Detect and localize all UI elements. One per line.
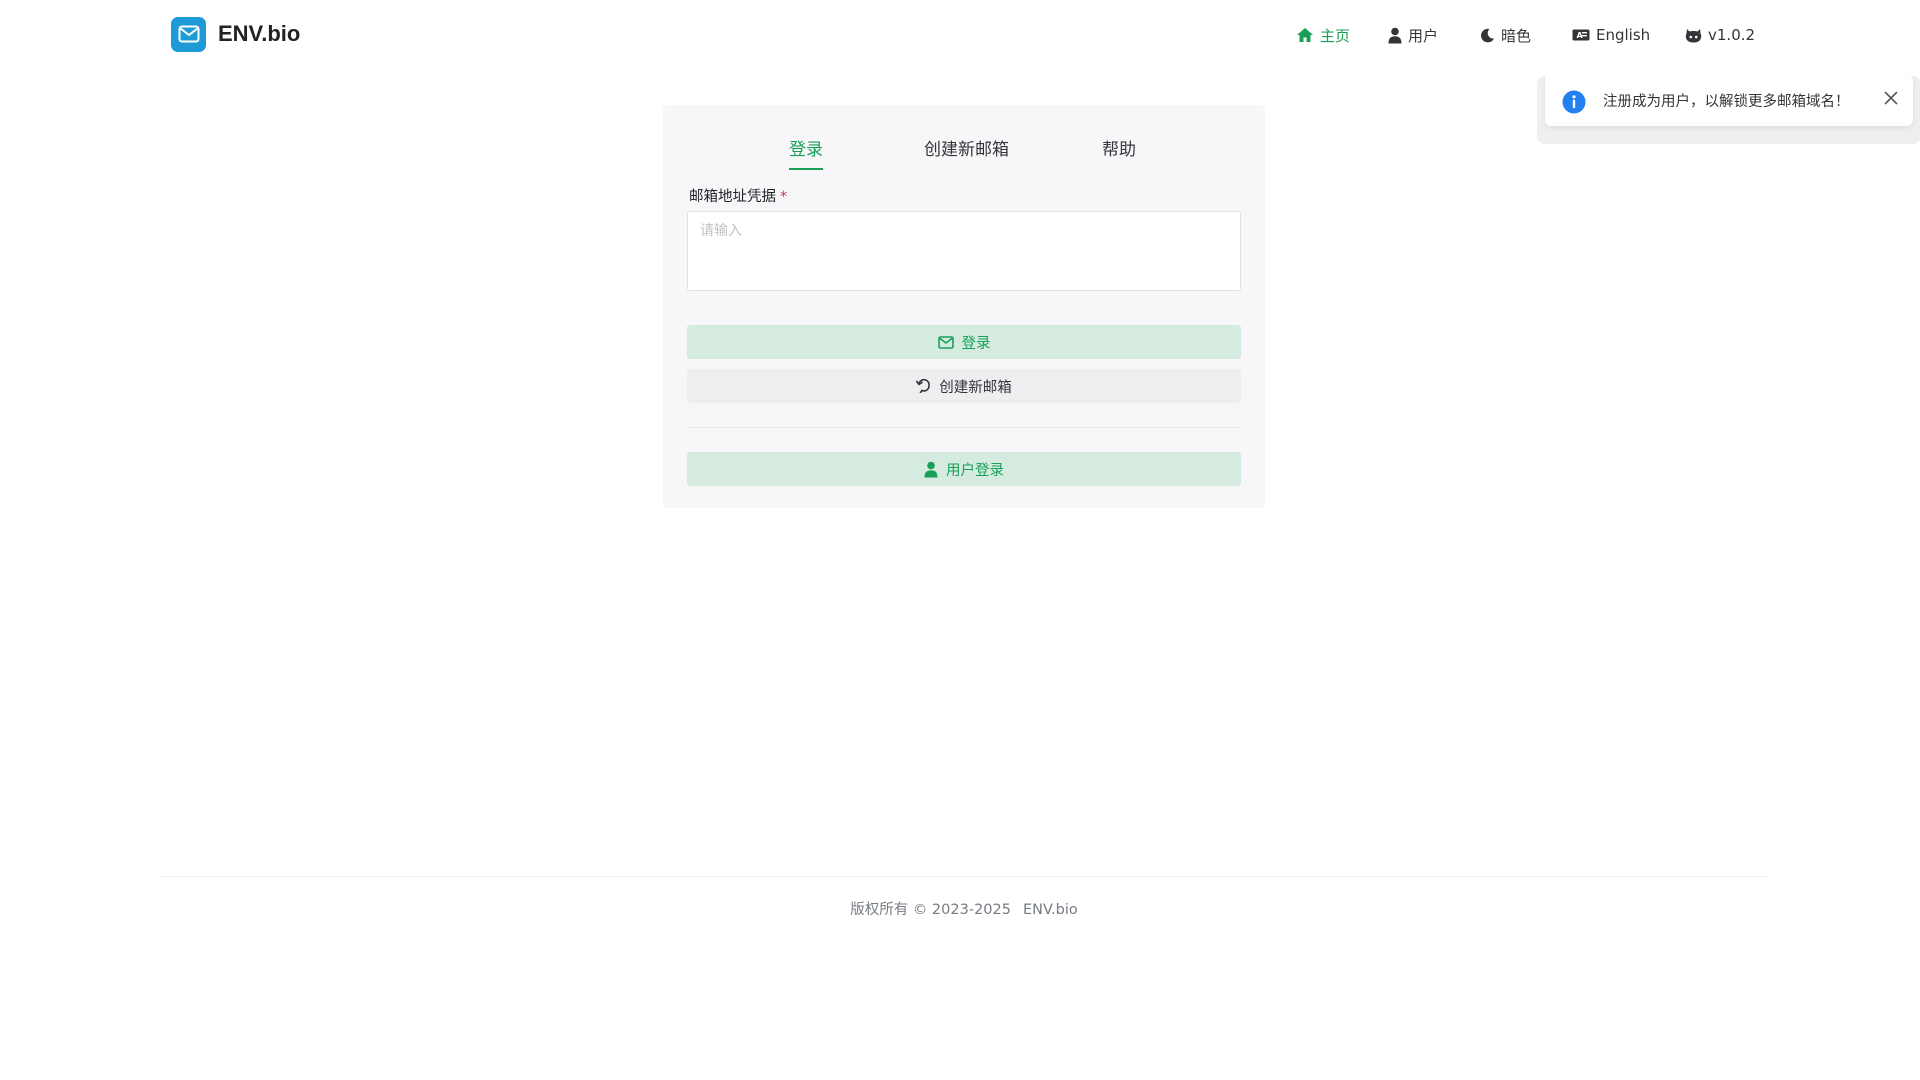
nav-language-label: English [1596, 26, 1651, 44]
tab-create-mailbox[interactable]: 创建新邮箱 [924, 135, 1009, 169]
nav-version-label: v1.0.2 [1708, 26, 1756, 44]
credential-input[interactable] [687, 211, 1241, 291]
footer: 版权所有 © 2023-2025 ENV.bio [0, 898, 1920, 919]
moon-icon [1481, 28, 1494, 42]
user-icon [924, 461, 938, 477]
info-toast: 注册成为用户，以解锁更多邮箱域名！ [1545, 74, 1913, 126]
brand-title: ENV.bio [218, 21, 301, 46]
login-card: 登录 创建新邮箱 帮助 邮箱地址凭据* 登录 创建新邮箱 用户登录 [663, 105, 1265, 508]
credential-label-text: 邮箱地址凭据 [689, 189, 776, 205]
nav-home-label: 主页 [1320, 26, 1351, 45]
nav-home[interactable]: 主页 [1296, 22, 1350, 48]
create-mailbox-button[interactable]: 创建新邮箱 [687, 369, 1241, 403]
user-icon [1388, 27, 1402, 43]
tab-create-mailbox-label: 创建新邮箱 [924, 140, 1009, 160]
nav-version[interactable]: v1.0.2 [1685, 22, 1755, 48]
credential-label: 邮箱地址凭据 * [689, 185, 787, 206]
language-icon: A [1572, 29, 1590, 41]
mail-icon [937, 335, 954, 349]
divider [687, 427, 1241, 428]
top-header: ENV.bio 主页 用户 暗色 A English v1.0.2 [0, 0, 1920, 72]
nav-dark-mode[interactable]: 暗色 [1480, 22, 1531, 48]
nav-language[interactable]: A English [1572, 22, 1650, 48]
tab-help[interactable]: 帮助 [1102, 135, 1136, 169]
home-icon [1297, 28, 1313, 42]
close-icon[interactable] [1881, 88, 1901, 108]
login-button[interactable]: 登录 [687, 325, 1241, 359]
nav-dark-mode-label: 暗色 [1501, 26, 1532, 45]
footer-divider [161, 876, 1767, 877]
refresh-icon [916, 379, 931, 393]
github-icon [1685, 28, 1702, 42]
tab-active-indicator [789, 168, 823, 170]
create-mailbox-button-label: 创建新邮箱 [939, 379, 1012, 396]
nav-user-label: 用户 [1408, 26, 1439, 45]
mail-icon [171, 16, 206, 52]
toast-message: 注册成为用户，以解锁更多邮箱域名！ [1603, 94, 1850, 110]
user-login-button-label: 用户登录 [946, 462, 1004, 479]
login-button-label: 登录 [961, 335, 991, 352]
tab-login[interactable]: 登录 [789, 135, 823, 170]
brand[interactable]: ENV.bio [171, 16, 300, 52]
info-icon [1562, 90, 1586, 114]
nav-user[interactable]: 用户 [1388, 22, 1438, 48]
footer-copyright: 版权所有 © 2023-2025 [850, 902, 1011, 918]
footer-site-link[interactable]: ENV.bio [1023, 902, 1078, 918]
user-login-button[interactable]: 用户登录 [687, 452, 1241, 486]
tab-login-label: 登录 [789, 140, 823, 160]
required-mark: * [780, 189, 788, 205]
tab-help-label: 帮助 [1102, 140, 1136, 160]
